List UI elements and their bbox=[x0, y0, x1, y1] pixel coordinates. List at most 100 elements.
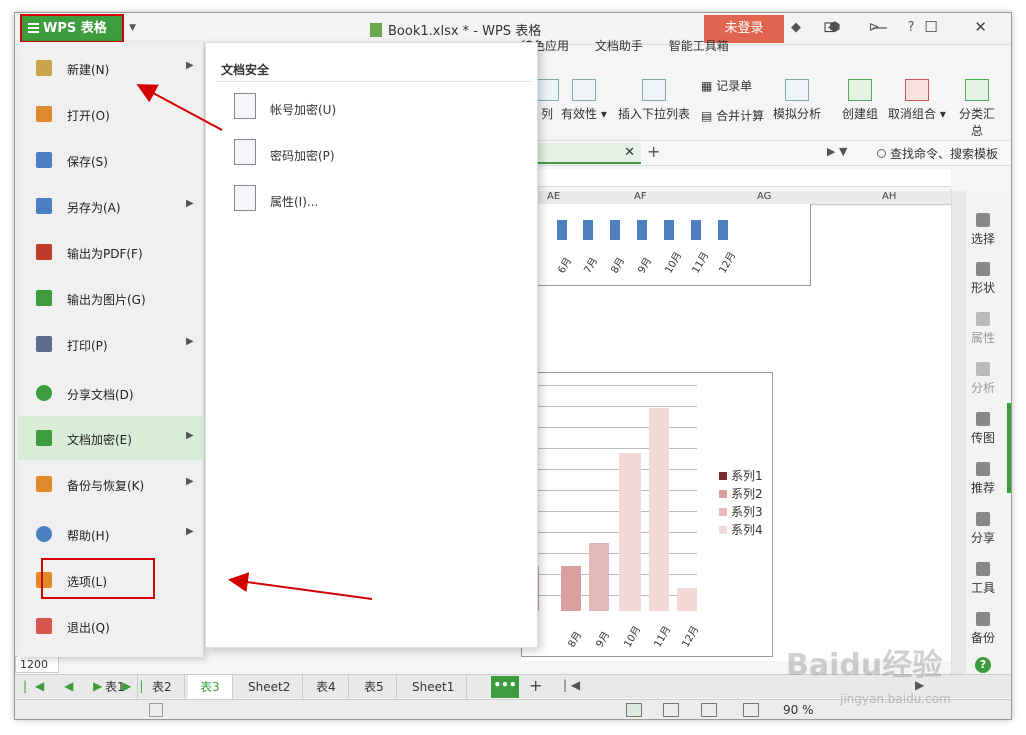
new-tab-button[interactable]: + bbox=[647, 142, 660, 161]
ribbon-record-button[interactable]: ▦ 记录单 bbox=[701, 77, 752, 94]
reading-view-icon[interactable] bbox=[701, 703, 717, 717]
side-recommend[interactable]: 推荐 bbox=[967, 462, 999, 496]
ribbon-column-label: 列 bbox=[540, 107, 553, 121]
menu-item[interactable]: 帮助(H) ▶ bbox=[18, 512, 204, 556]
menu-item[interactable]: 分享文档(D) bbox=[18, 371, 204, 415]
menu-item[interactable]: 备份与恢复(K) ▶ bbox=[18, 462, 204, 506]
legend-swatch bbox=[719, 526, 727, 534]
share-icon bbox=[36, 385, 52, 401]
command-search[interactable]: 查找命令、搜索模板 bbox=[877, 145, 998, 162]
help-icon bbox=[36, 526, 52, 542]
vertical-scrollbar[interactable] bbox=[952, 191, 966, 691]
side-backup[interactable]: 备份 bbox=[967, 612, 999, 646]
menu-item[interactable]: 另存为(A) ▶ bbox=[18, 184, 204, 228]
side-share[interactable]: 分享 bbox=[967, 512, 999, 546]
hscroll-left-arrow[interactable]: | ◀ bbox=[563, 678, 580, 692]
tab-doc-assistant[interactable]: 文档助手 bbox=[595, 39, 643, 53]
page-layout-icon[interactable] bbox=[149, 703, 163, 717]
column-ag[interactable]: AG bbox=[757, 191, 771, 202]
document-tab[interactable]: *✕ bbox=[521, 143, 641, 164]
column-header: AE AF AG AH bbox=[521, 191, 951, 205]
side-upload-image[interactable]: 传图 bbox=[967, 412, 999, 446]
sheet-tab[interactable]: 表1 bbox=[93, 675, 138, 699]
ribbon-simulate-label: 模拟分析 bbox=[773, 107, 822, 121]
sheet-tab[interactable]: Sheet1 bbox=[400, 675, 468, 699]
menu-item[interactable]: 打开(O) bbox=[18, 92, 204, 136]
ribbon-subtotal-button[interactable]: 分类汇总 bbox=[955, 79, 999, 139]
ribbon-dropdown-list-button[interactable]: 插入下拉列表 bbox=[618, 79, 690, 122]
create-group-icon bbox=[848, 79, 872, 101]
formula-bar[interactable] bbox=[521, 169, 951, 187]
sheet-tab[interactable]: Sheet2 bbox=[236, 675, 304, 699]
more-sheets-button[interactable]: ••• bbox=[491, 676, 519, 698]
merge-calc-icon: ▤ bbox=[701, 109, 717, 123]
ribbon-ungroup-button[interactable]: 取消组合 ▾ bbox=[888, 79, 946, 122]
side-select[interactable]: 选择 bbox=[967, 213, 999, 247]
ribbon-tabs: 特色应用 文档助手 智能工具箱 bbox=[521, 37, 751, 54]
menu-item[interactable]: 新建(N) ▶ bbox=[18, 46, 204, 90]
ribbon-dropdown-list-label: 插入下拉列表 bbox=[618, 107, 691, 121]
ribbon-column-button[interactable]: 列 bbox=[535, 79, 559, 122]
exit-icon bbox=[36, 618, 52, 634]
submenu-divider bbox=[216, 81, 531, 82]
command-search-text: 查找命令、搜索模板 bbox=[890, 147, 999, 161]
chevron-down-icon[interactable]: ▼ bbox=[129, 16, 136, 41]
menu-item[interactable]: 输出为PDF(F) bbox=[18, 230, 204, 274]
column-ah[interactable]: AH bbox=[882, 191, 896, 202]
side-properties[interactable]: 属性 bbox=[967, 312, 999, 346]
submenu-arrow-icon: ▶ bbox=[186, 476, 194, 487]
ungroup-icon bbox=[904, 79, 929, 101]
side-upload-image-label: 传图 bbox=[970, 431, 995, 445]
sheet-tab[interactable]: 表2 bbox=[140, 675, 185, 699]
menu-item-label: 帮助(H) bbox=[67, 529, 110, 543]
tab-smart-tools[interactable]: 智能工具箱 bbox=[669, 39, 729, 53]
eye-protect-icon[interactable] bbox=[743, 703, 759, 717]
side-share-label: 分享 bbox=[970, 531, 995, 545]
chart-bar bbox=[649, 408, 669, 611]
menu-item[interactable]: 退出(Q) bbox=[18, 604, 204, 648]
column-af[interactable]: AF bbox=[634, 191, 647, 202]
backup-icon bbox=[36, 476, 52, 492]
legend-label: 系列1 bbox=[731, 469, 763, 483]
password-lock-icon bbox=[234, 139, 256, 165]
ribbon-create-group-button[interactable]: 创建组 bbox=[842, 79, 878, 122]
menu-item[interactable]: 保存(S) bbox=[18, 138, 204, 182]
ribbon-validity-button[interactable]: 有效性 ▾ bbox=[561, 79, 607, 122]
menu-item[interactable]: 文档加密(E) ▶ bbox=[18, 416, 204, 460]
image-icon bbox=[36, 290, 52, 306]
toolbox-icon bbox=[976, 562, 990, 576]
lock-doc-icon bbox=[36, 430, 52, 446]
side-tools[interactable]: 工具 bbox=[967, 562, 999, 596]
submenu-arrow-icon: ▶ bbox=[186, 336, 194, 347]
menu-item[interactable]: 打印(P) ▶ bbox=[18, 322, 204, 366]
side-shape[interactable]: 形状 bbox=[967, 262, 999, 296]
window-controls[interactable]: ⊡ — ☐ ✕ bbox=[823, 18, 1003, 36]
sheet-tab-active[interactable]: 表3 bbox=[188, 675, 233, 699]
doc-tab-tool-icons[interactable]: ▶ ▼ bbox=[827, 145, 847, 158]
normal-view-icon[interactable] bbox=[626, 703, 642, 717]
sheet-tab[interactable]: 表5 bbox=[352, 675, 397, 699]
worksheet-grid[interactable]: 6月 7月 8月 9月 10月 11月 12月 8月 9月 10月 11月 12月 bbox=[521, 204, 951, 661]
sheet-tab[interactable]: 表4 bbox=[304, 675, 349, 699]
page-break-view-icon[interactable] bbox=[663, 703, 679, 717]
side-panel-handle[interactable] bbox=[1007, 403, 1011, 493]
legend-series-2: 系列2 bbox=[719, 485, 763, 503]
menu-item[interactable]: 输出为图片(G) bbox=[18, 276, 204, 320]
add-sheet-button[interactable]: + bbox=[529, 676, 542, 695]
side-analysis[interactable]: 分析 bbox=[967, 362, 999, 396]
chart-bar bbox=[677, 588, 697, 611]
ribbon-merge-calc-button[interactable]: ▤ 合并计算 bbox=[701, 107, 764, 124]
close-tab-icon[interactable]: ✕ bbox=[624, 143, 635, 163]
column-ae[interactable]: AE bbox=[547, 191, 560, 202]
zoom-level[interactable]: 90 % bbox=[783, 703, 814, 717]
submenu-arrow-icon: ▶ bbox=[186, 430, 194, 441]
legend-label: 系列4 bbox=[731, 523, 763, 537]
side-backup-label: 备份 bbox=[970, 631, 995, 645]
ribbon-simulate-button[interactable]: 模拟分析 bbox=[773, 79, 821, 122]
wps-menu-button[interactable]: WPS 表格 ▼ bbox=[20, 14, 136, 43]
chart-gridline bbox=[521, 385, 697, 386]
side-analysis-label: 分析 bbox=[970, 381, 995, 395]
menu-item-label: 新建(N) bbox=[67, 63, 110, 77]
annotation-highlight-options bbox=[41, 558, 155, 599]
cell-reference-box[interactable]: 1200 bbox=[15, 656, 59, 673]
